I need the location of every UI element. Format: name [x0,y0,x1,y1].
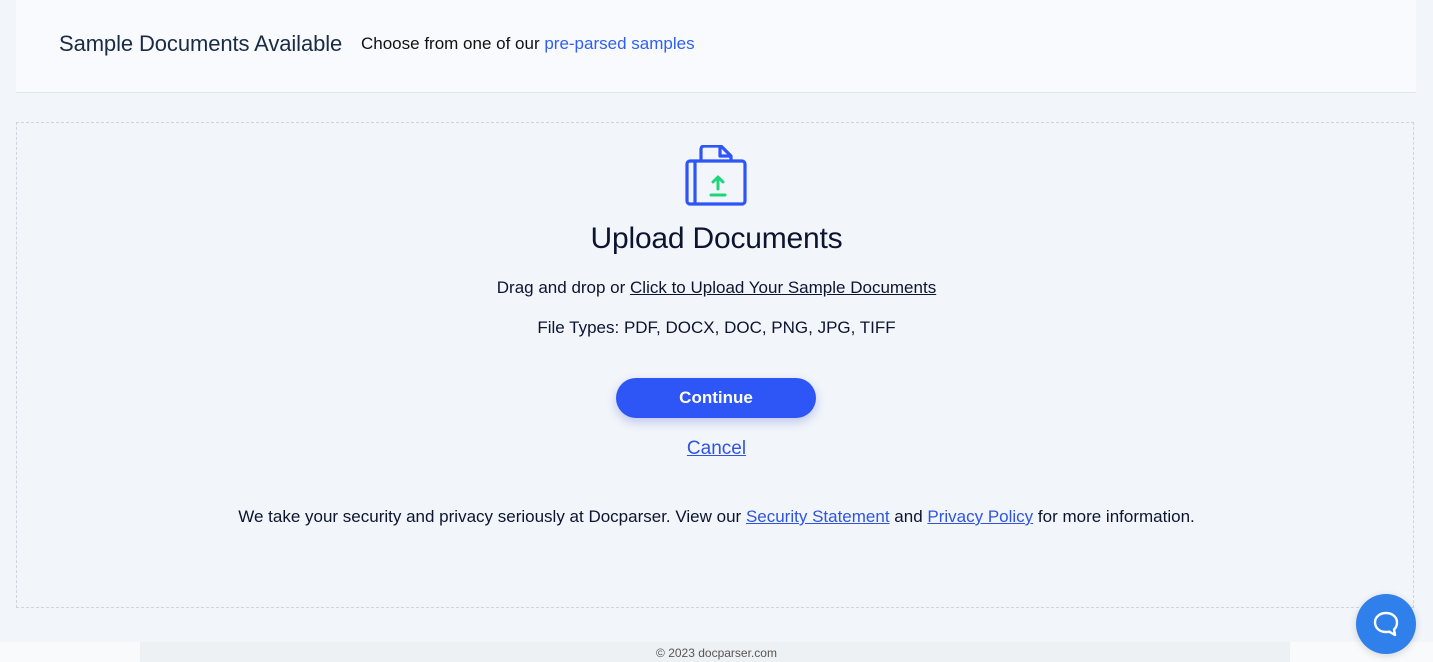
upload-title: Upload Documents [590,222,843,255]
security-prefix: We take your security and privacy seriou… [238,507,746,526]
subtitle-prefix: Choose from one of our [361,34,545,53]
cancel-container: Cancel [0,438,1433,460]
sample-documents-subtitle: Choose from one of our pre-parsed sample… [361,34,695,54]
security-statement-link[interactable]: Security Statement [746,507,890,526]
copyright-text: © 2023 docparser.com [656,646,777,660]
drag-prefix: Drag and drop or [496,278,631,297]
cancel-link[interactable]: Cancel [687,438,746,459]
file-types-text: File Types: PDF, DOCX, DOC, PNG, JPG, TI… [537,318,896,337]
chat-launcher-button[interactable] [1356,594,1416,654]
folder-upload-icon [685,145,747,206]
drag-drop-instructions: Drag and drop or Click to Upload Your Sa… [0,278,1433,298]
privacy-policy-link[interactable]: Privacy Policy [927,507,1033,526]
sample-documents-title: Sample Documents Available [59,31,343,56]
footer: © 2023 docparser.com [0,642,1433,662]
continue-button[interactable]: Continue [616,378,816,418]
pre-parsed-samples-link[interactable]: pre-parsed samples [544,34,694,53]
click-to-upload-link[interactable]: Click to Upload Your Sample Documents [630,278,936,297]
chat-bubble-icon [1373,611,1399,637]
security-notice: We take your security and privacy seriou… [0,507,1433,527]
sample-documents-bar: Sample Documents Available Choose from o… [16,0,1416,93]
security-middle: and [889,507,928,526]
security-suffix: for more information. [1033,507,1195,526]
